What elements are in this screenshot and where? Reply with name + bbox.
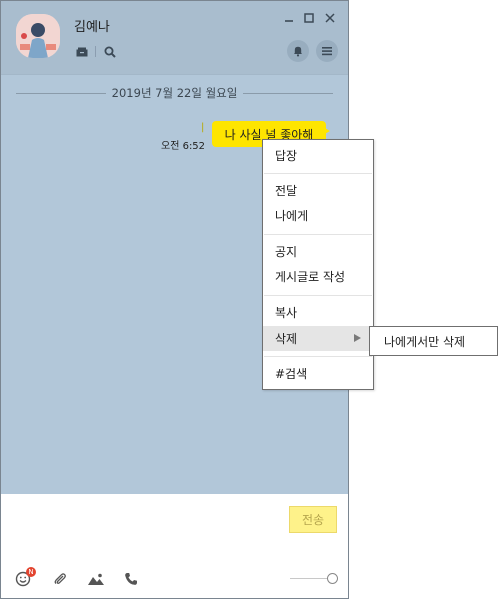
menu-separator [264, 234, 372, 235]
unread-marker: | [201, 122, 205, 133]
message-bubble-tail [323, 127, 330, 135]
menu-item-post[interactable]: 게시글로 작성 [263, 264, 373, 289]
menu-item-delete-for-me[interactable]: 나에게서만 삭제 [384, 333, 465, 350]
menu-item-delete[interactable]: 삭제 [263, 326, 373, 351]
menu-separator [264, 356, 372, 357]
message-time: 오전 6:52 [161, 141, 206, 152]
contact-name[interactable]: 김예나 [74, 16, 110, 35]
chat-header: 김예나 [1, 1, 348, 75]
image-icon[interactable] [86, 569, 106, 589]
date-divider: 2019년 7월 22일 월요일 [16, 85, 334, 101]
attachment-clip-icon[interactable] [50, 569, 70, 589]
minimize-icon[interactable] [282, 11, 296, 25]
date-divider-line-left [16, 92, 106, 94]
drawer-icon[interactable] [73, 43, 91, 61]
opacity-slider-handle[interactable] [327, 573, 338, 584]
send-button[interactable]: 전송 [289, 506, 337, 533]
menu-separator [264, 173, 372, 174]
menu-item-reply[interactable]: 답장 [263, 143, 373, 168]
close-icon[interactable] [323, 11, 337, 25]
submenu-arrow-icon [354, 334, 361, 342]
context-menu: 답장 전달 나에게 공지 게시글로 작성 복사 삭제 #검색 [262, 139, 374, 390]
search-icon[interactable] [101, 43, 119, 61]
opacity-slider-track[interactable] [290, 578, 332, 579]
menu-icon[interactable] [316, 40, 338, 62]
menu-item-to-me[interactable]: 나에게 [263, 203, 373, 228]
menu-separator [264, 295, 372, 296]
menu-item-forward[interactable]: 전달 [263, 178, 373, 203]
maximize-icon[interactable] [302, 11, 316, 25]
menu-item-notice[interactable]: 공지 [263, 239, 373, 264]
phone-call-icon[interactable] [121, 569, 141, 589]
menu-item-copy[interactable]: 복사 [263, 300, 373, 325]
notification-bell-icon[interactable] [287, 40, 309, 62]
date-divider-line-right [243, 92, 334, 94]
new-badge: N [26, 567, 36, 577]
date-divider-text: 2019년 7월 22일 월요일 [111, 86, 238, 100]
avatar[interactable] [16, 14, 60, 58]
header-divider [95, 46, 96, 57]
menu-item-delete-label: 삭제 [275, 332, 298, 346]
delete-submenu: 나에게서만 삭제 [369, 326, 498, 356]
menu-item-search[interactable]: #검색 [263, 361, 373, 386]
